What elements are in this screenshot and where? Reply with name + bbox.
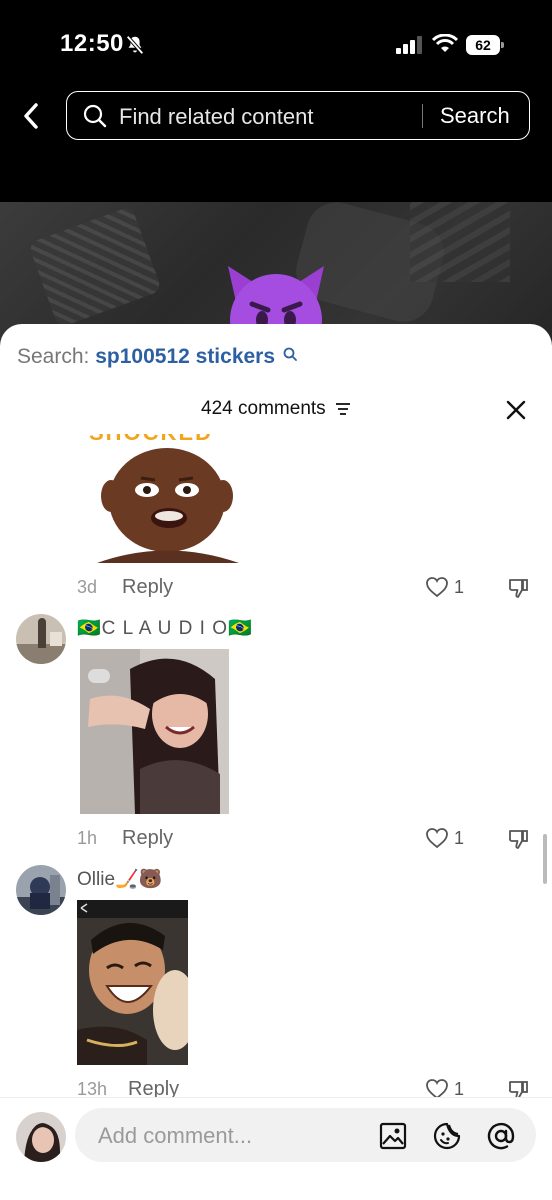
comment-username[interactable]: Ollie🏒🐻 bbox=[77, 867, 162, 891]
image-icon[interactable] bbox=[379, 1122, 407, 1150]
sticker-caption: SHOCKED bbox=[89, 434, 213, 445]
sticker-image[interactable] bbox=[77, 900, 188, 1065]
bell-slash-icon bbox=[126, 35, 144, 55]
top-nav: Find related content Search bbox=[0, 80, 552, 202]
search-term[interactable]: sp100512 stickers bbox=[95, 345, 275, 368]
battery-level: 62 bbox=[466, 35, 500, 55]
avatar[interactable] bbox=[16, 1112, 66, 1162]
reply-button[interactable]: Reply bbox=[128, 1078, 179, 1097]
status-bar: 12:50 62 bbox=[0, 0, 552, 80]
sticker-image[interactable] bbox=[80, 649, 229, 814]
search-prefix: Search: bbox=[17, 345, 90, 368]
comment-username[interactable]: 🇧🇷C L A U D I O🇧🇷 bbox=[77, 616, 253, 640]
video-background[interactable] bbox=[0, 202, 552, 342]
comment-count: 424 comments bbox=[201, 398, 326, 419]
avatar[interactable] bbox=[16, 865, 66, 915]
comment-list[interactable]: SHOCKED 3d Reply 1 bbox=[0, 434, 552, 1097]
dislike-icon[interactable] bbox=[507, 827, 531, 851]
like-count: 1 bbox=[454, 577, 465, 597]
comment-time: 3d bbox=[77, 577, 98, 597]
add-comment-input[interactable]: Add comment... bbox=[75, 1108, 536, 1162]
like-count: 1 bbox=[454, 828, 465, 848]
reply-button[interactable]: Reply bbox=[122, 576, 173, 599]
heart-icon[interactable] bbox=[425, 1078, 449, 1097]
battery-icon: 62 bbox=[466, 35, 504, 55]
sticker-icon[interactable] bbox=[433, 1122, 461, 1150]
wifi-icon bbox=[432, 34, 458, 52]
dislike-icon[interactable] bbox=[507, 1078, 531, 1097]
search-placeholder: Find related content bbox=[119, 104, 314, 129]
search-icon bbox=[83, 104, 107, 128]
back-chevron-icon[interactable] bbox=[16, 100, 48, 132]
heart-icon[interactable] bbox=[425, 827, 449, 849]
comment-count-header[interactable]: 424 comments bbox=[0, 398, 552, 420]
search-input[interactable]: Find related content Search bbox=[66, 91, 530, 140]
heart-icon[interactable] bbox=[425, 576, 449, 598]
comments-sheet: Search: sp100512 stickers 424 comments S… bbox=[0, 324, 552, 1200]
scrollbar[interactable] bbox=[543, 834, 547, 884]
dislike-icon[interactable] bbox=[507, 576, 531, 600]
comment-time: 13h bbox=[77, 1079, 108, 1097]
sticker-image[interactable]: SHOCKED bbox=[77, 434, 247, 563]
signal-icon bbox=[396, 36, 422, 54]
like-count: 1 bbox=[454, 1079, 465, 1097]
avatar[interactable] bbox=[16, 614, 66, 664]
close-icon[interactable] bbox=[504, 398, 528, 422]
search-button[interactable]: Search bbox=[440, 103, 510, 129]
status-time: 12:50 bbox=[60, 30, 124, 57]
reply-button[interactable]: Reply bbox=[122, 827, 173, 850]
sort-icon[interactable] bbox=[335, 402, 351, 416]
related-search-link[interactable]: Search: sp100512 stickers bbox=[17, 345, 297, 369]
search-divider bbox=[422, 104, 423, 128]
comment-time: 1h bbox=[77, 828, 98, 848]
comment-placeholder: Add comment... bbox=[98, 1123, 253, 1148]
comment-composer: Add comment... bbox=[0, 1097, 552, 1200]
search-icon bbox=[283, 347, 297, 361]
at-icon[interactable] bbox=[487, 1122, 515, 1150]
